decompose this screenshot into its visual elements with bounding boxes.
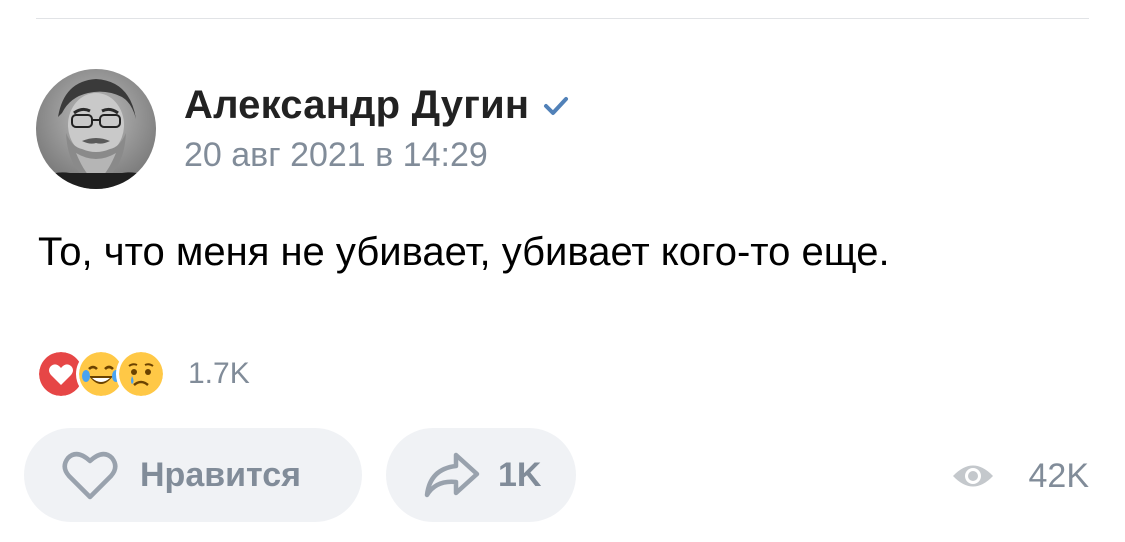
like-label: Нравится [140, 455, 301, 494]
reaction-stack [36, 349, 166, 399]
author-block: Александр Дугин 20 авг 2021 в 14:29 [184, 83, 571, 175]
heart-outline-icon [60, 449, 120, 501]
avatar[interactable] [36, 69, 156, 189]
views-counter: 42K [951, 448, 1090, 504]
like-button[interactable]: Нравится [24, 428, 362, 522]
post-date[interactable]: 20 авг 2021 в 14:29 [184, 136, 571, 175]
views-count: 42K [1028, 456, 1090, 495]
crying-reaction-icon [116, 349, 166, 399]
reactions-count: 1.7K [188, 357, 250, 390]
top-divider [36, 18, 1089, 19]
verified-checkmark-icon [541, 91, 571, 121]
reactions-summary[interactable]: 1.7K [36, 348, 250, 400]
share-count: 1K [498, 455, 542, 494]
author-name[interactable]: Александр Дугин [184, 83, 529, 128]
post-header: Александр Дугин 20 авг 2021 в 14:29 [36, 68, 571, 190]
author-row: Александр Дугин [184, 83, 571, 128]
eye-icon [951, 461, 995, 491]
post-text: То, что меня не убивает, убивает кого-то… [38, 230, 890, 274]
share-arrow-icon [422, 449, 482, 501]
share-button[interactable]: 1K [386, 428, 576, 522]
